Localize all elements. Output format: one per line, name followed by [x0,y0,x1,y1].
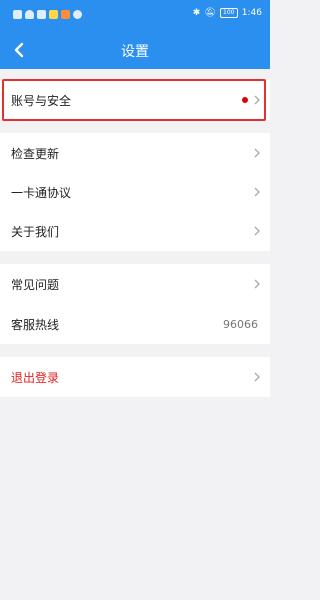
logout-label: 退出登录 [11,370,60,385]
settings-group-help: 常见问题 客服热线 96066 [0,264,270,344]
page-title: 设置 [121,44,149,60]
status-time: 1:46 [241,8,262,18]
settings-item-label: 客服热线 [11,317,60,332]
hotline-number: 96066 [223,317,258,331]
app-icon [61,10,70,19]
app-icon [73,10,82,19]
settings-item-label: 检查更新 [11,146,60,161]
status-icons-left [13,10,82,19]
mute-icon: 🔕︎ [204,8,216,18]
signal-icon [37,10,46,19]
battery-level: 100 [223,9,235,16]
chevron-right-icon [253,147,261,159]
settings-item-service-hotline[interactable]: 客服热线 96066 [0,304,270,344]
highlight-box [2,79,266,121]
settings-item-label: 一卡通协议 [11,185,72,200]
settings-item-about-us[interactable]: 关于我们 [0,211,270,251]
chevron-right-icon [253,278,261,290]
status-icons-right: ✱ 🔕︎ 100 1:46 [193,8,262,18]
settings-item-label: 关于我们 [11,224,60,239]
chevron-right-icon [253,225,261,237]
wifi-icon [25,10,34,19]
settings-item-card-agreement[interactable]: 一卡通协议 [0,172,270,212]
logout-button[interactable]: 退出登录 [0,357,270,397]
chevron-right-icon [253,371,261,383]
settings-item-faq[interactable]: 常见问题 [0,264,270,304]
notification-icon [13,10,22,19]
app-icon [49,10,58,19]
battery-icon: 100 [219,8,238,18]
status-bar: ✱ 🔕︎ 100 1:46 [0,0,270,33]
settings-group-app: 检查更新 一卡通协议 关于我们 [0,133,270,251]
navigation-bar: 设置 [0,33,270,69]
settings-item-label: 常见问题 [11,277,60,292]
settings-group-logout: 退出登录 [0,357,270,397]
bluetooth-icon: ✱ [192,8,201,18]
chevron-right-icon [253,186,261,198]
app-header: ✱ 🔕︎ 100 1:46 设置 [0,0,270,69]
settings-item-check-update[interactable]: 检查更新 [0,133,270,173]
